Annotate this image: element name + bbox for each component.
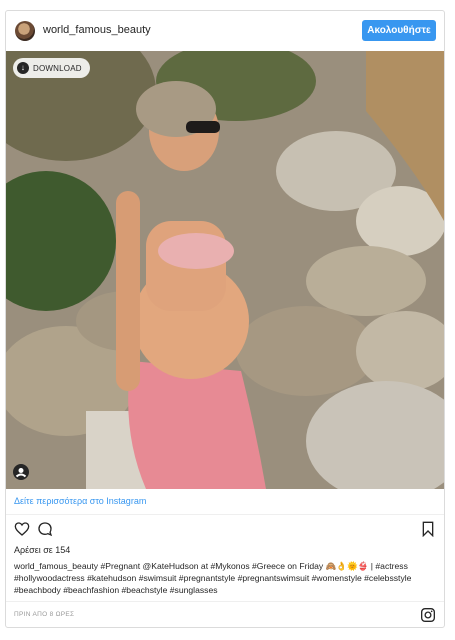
follow-button[interactable]: Ακολουθήστε (362, 20, 436, 41)
post-photo[interactable]: ↓ DOWNLOAD (6, 51, 444, 489)
comment-icon[interactable] (37, 521, 53, 537)
photo-image (6, 51, 444, 489)
instagram-icon[interactable] (420, 607, 436, 623)
download-label: DOWNLOAD (33, 63, 82, 73)
likes-count[interactable]: Αρέσει σε 154 (14, 545, 70, 555)
bookmark-icon[interactable] (421, 521, 435, 537)
post-footer: ΠΡΙΝ ΑΠΟ 8 ΩΡΕΣ (6, 601, 444, 627)
post-header: world_famous_beauty Ακολουθήστε (6, 11, 444, 51)
avatar[interactable] (15, 21, 35, 41)
heart-icon[interactable] (14, 521, 30, 537)
timestamp: ΠΡΙΝ ΑΠΟ 8 ΩΡΕΣ (14, 611, 75, 618)
view-more-link[interactable]: Δείτε περισσότερα στο Instagram (6, 489, 444, 515)
caption: world_famous_beauty #Pregnant @KateHudso… (14, 561, 412, 595)
username[interactable]: world_famous_beauty (43, 24, 151, 36)
download-icon: ↓ (17, 62, 29, 74)
view-more-label[interactable]: Δείτε περισσότερα στο Instagram (14, 496, 146, 506)
action-bar (6, 517, 444, 541)
instagram-embed-card: world_famous_beauty Ακολουθήστε ↓ DOWNLO… (5, 10, 445, 628)
download-button[interactable]: ↓ DOWNLOAD (13, 58, 90, 78)
user-tag-icon[interactable] (13, 464, 29, 480)
